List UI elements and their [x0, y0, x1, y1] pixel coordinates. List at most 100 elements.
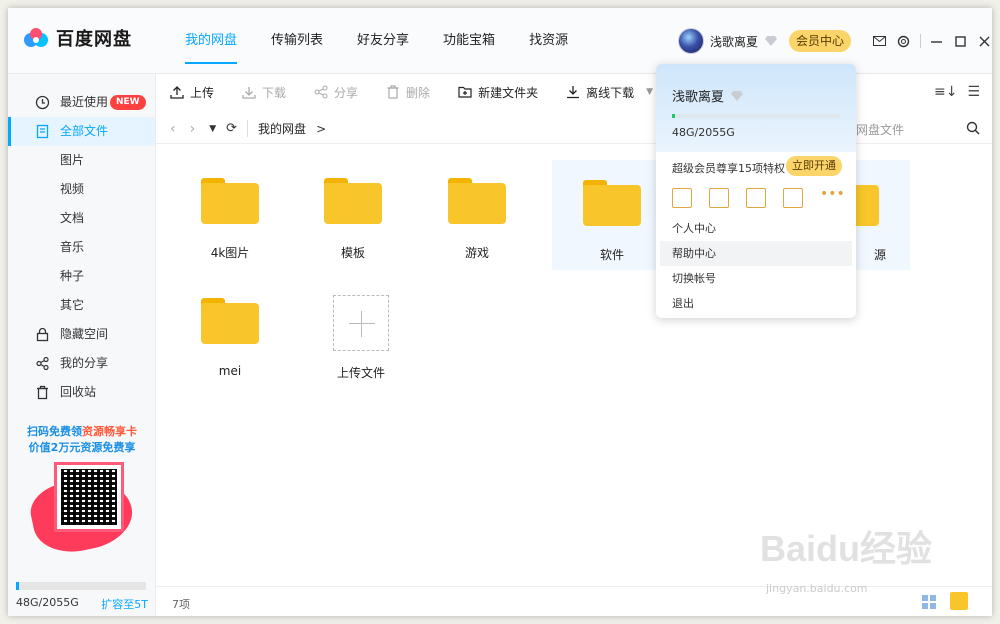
popover-header: 浅歌离夏 48G/2055G	[656, 64, 856, 152]
sidebar-item-documents[interactable]: 文档	[8, 204, 155, 233]
vip-center-button[interactable]: 会员中心	[789, 30, 851, 52]
promo-banner[interactable]: 扫码免费领资源畅享卡 价值2万元资源免费享	[8, 424, 156, 562]
sidebar-item-label: 隐藏空间	[60, 327, 109, 341]
chevron-down-icon[interactable]: ▼	[646, 87, 653, 97]
folder-tile[interactable]: 游戏	[417, 158, 537, 268]
folder-icon	[201, 298, 259, 344]
tab-my-disk[interactable]: 我的网盘	[168, 8, 254, 74]
folder-tile[interactable]: 模板	[293, 158, 413, 268]
upload-20g-icon[interactable]	[783, 188, 803, 208]
open-vip-button[interactable]: 立即开通	[786, 156, 842, 176]
sidebar-item-label: 回收站	[60, 385, 97, 399]
close-icon[interactable]	[975, 32, 993, 50]
expand-storage-link[interactable]: 扩容至5T	[101, 596, 148, 612]
sidebar: 最近使用 NEW 全部文件 图片 视频 文档 音乐 种子 其它 隐藏空间 我的分…	[8, 74, 156, 616]
diamond-icon	[765, 36, 778, 46]
storage-used: 48G/2055G	[16, 596, 79, 609]
sidebar-item-recent[interactable]: 最近使用 NEW	[8, 88, 155, 117]
upload-float-icon[interactable]	[950, 592, 968, 610]
video-privilege-icon[interactable]	[672, 188, 692, 208]
tab-transfer-list[interactable]: 传输列表	[254, 8, 340, 74]
upload-button[interactable]: 上传	[170, 84, 214, 101]
breadcrumb[interactable]: 我的网盘	[247, 120, 306, 137]
list-view-icon[interactable]: ☰	[967, 84, 980, 100]
sidebar-item-trash[interactable]: 回收站	[8, 378, 155, 407]
storage-bar	[16, 582, 146, 590]
grid-view-icon[interactable]	[922, 595, 936, 609]
folder-tile-selected[interactable]: 软件	[552, 160, 672, 270]
watermark-url: jingyan.baidu.com	[766, 582, 868, 595]
divider	[920, 34, 921, 48]
user-popover: 浅歌离夏 48G/2055G 超级会员尊享15项特权 立即开通 ••• 个人中心…	[656, 64, 856, 318]
mail-icon[interactable]	[870, 32, 888, 50]
folder-icon	[201, 178, 259, 224]
tab-toolbox[interactable]: 功能宝箱	[426, 8, 512, 74]
folder-icon	[448, 178, 506, 224]
upload-file-tile[interactable]: 上传文件	[301, 278, 421, 388]
document-icon	[36, 124, 49, 139]
clock-icon	[35, 95, 50, 110]
refresh-icon[interactable]: ⟳	[226, 121, 237, 136]
sidebar-item-torrents[interactable]: 种子	[8, 262, 155, 291]
sidebar-item-others[interactable]: 其它	[8, 291, 155, 320]
qr-box	[54, 462, 124, 532]
tab-friend-share[interactable]: 好友分享	[340, 8, 426, 74]
breadcrumb-separator: >	[316, 121, 327, 136]
popover-quota-bar	[672, 114, 840, 118]
upload-icon	[170, 86, 184, 99]
forward-icon[interactable]: ›	[190, 121, 196, 137]
folder-tile[interactable]: mei	[170, 278, 290, 388]
offline-download-button[interactable]: 离线下载 ▼	[566, 84, 653, 101]
speed-privilege-icon[interactable]	[709, 188, 729, 208]
vip-privilege-text: 超级会员尊享15项特权	[672, 162, 785, 175]
delete-button[interactable]: 删除	[386, 84, 430, 101]
sidebar-item-label: 我的分享	[60, 356, 109, 370]
popover-user-name: 浅歌离夏	[672, 86, 744, 105]
search-icon[interactable]	[966, 121, 980, 135]
menu-item-switch-account[interactable]: 切换帐号	[660, 266, 852, 291]
menu-item-profile[interactable]: 个人中心	[660, 216, 852, 241]
window-controls	[870, 32, 999, 50]
sidebar-item-my-shares[interactable]: 我的分享	[8, 349, 155, 378]
view-options: ≡↓ ☰	[924, 84, 980, 100]
promo-line-2: 价值2万元资源免费享	[28, 441, 136, 454]
sidebar-item-music[interactable]: 音乐	[8, 233, 155, 262]
promo-line-1: 扫码免费领资源畅享卡	[27, 425, 137, 438]
user-name: 浅歌离夏	[710, 34, 759, 49]
maximize-icon[interactable]	[951, 32, 969, 50]
settings-icon[interactable]	[894, 32, 912, 50]
folder-tile[interactable]: 4k图片	[170, 158, 290, 268]
trash-icon	[37, 385, 48, 400]
menu-item-logout[interactable]: 退出	[660, 291, 852, 316]
share-button[interactable]: 分享	[314, 84, 358, 101]
storage-indicator: 48G/2055G 扩容至5T	[16, 582, 148, 612]
minimize-icon[interactable]	[927, 32, 945, 50]
top-navigation: 我的网盘 传输列表 好友分享 功能宝箱 找资源	[168, 8, 585, 74]
lock-icon	[36, 327, 49, 342]
avatar[interactable]	[678, 28, 704, 54]
folder-name: 模板	[340, 246, 365, 260]
sidebar-item-all-files[interactable]: 全部文件	[8, 117, 155, 146]
baidu-netdisk-logo-icon	[24, 28, 48, 47]
search-input[interactable]: 网盘文件	[856, 121, 904, 138]
sort-icon[interactable]: ≡↓	[934, 84, 957, 100]
sidebar-item-hidden-space[interactable]: 隐藏空间	[8, 320, 155, 349]
sidebar-item-images[interactable]: 图片	[8, 146, 155, 175]
sidebar-item-videos[interactable]: 视频	[8, 175, 155, 204]
new-folder-button[interactable]: 新建文件夹	[458, 84, 538, 101]
sidebar-item-label: 最近使用	[60, 95, 109, 109]
app-logo: 百度网盘	[22, 25, 132, 51]
new-folder-icon	[458, 86, 472, 98]
tab-find-resources[interactable]: 找资源	[512, 8, 585, 74]
storage-bar-fill	[16, 582, 19, 590]
file-privilege-icon[interactable]	[746, 188, 766, 208]
user-menu-trigger[interactable]: 浅歌离夏	[678, 28, 778, 54]
menu-item-help[interactable]: 帮助中心	[660, 241, 852, 266]
back-icon[interactable]: ‹	[170, 121, 176, 137]
item-count: 7项	[172, 598, 190, 611]
privilege-icons: •••	[672, 187, 856, 208]
more-icon[interactable]: •••	[820, 187, 845, 208]
history-dropdown-icon[interactable]: ▼	[209, 124, 216, 134]
folder-icon	[324, 178, 382, 224]
download-button[interactable]: 下载	[242, 84, 286, 101]
